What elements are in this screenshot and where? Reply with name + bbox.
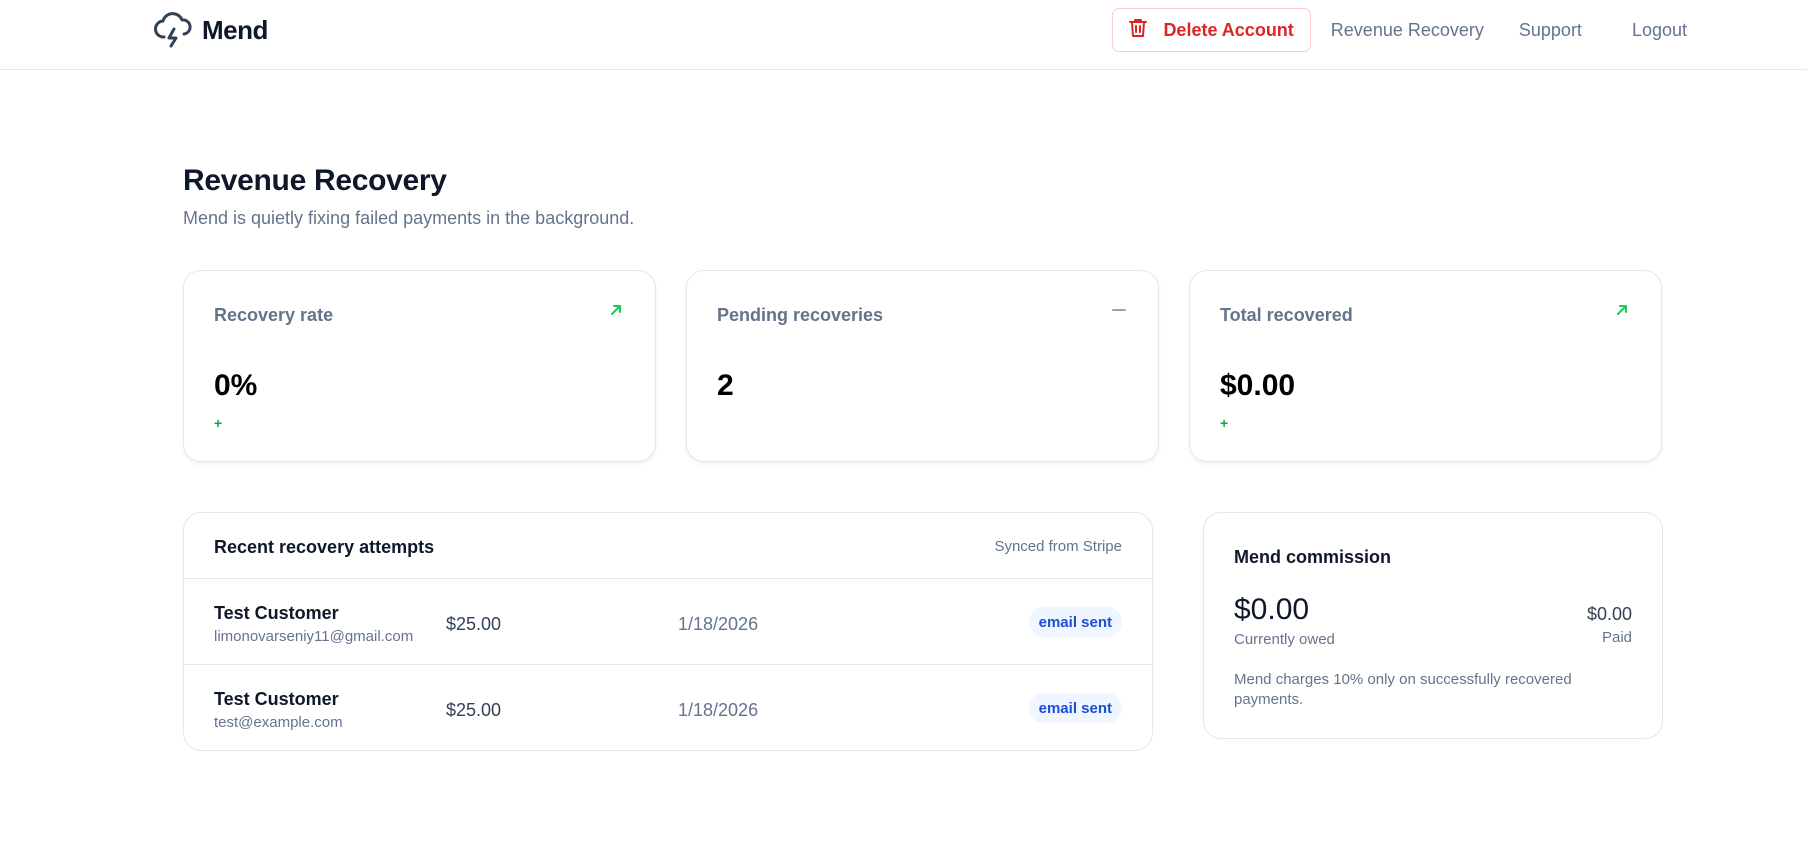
attempt-date: 1/18/2026 [678,614,759,634]
customer-name: Test Customer [214,689,339,709]
commission-owed-label: Currently owed [1234,631,1335,648]
stat-label: Recovery rate [214,305,334,325]
commission-title: Mend commission [1234,547,1392,567]
trend-flat-icon [1110,301,1128,319]
attempt-row[interactable]: Test Customer limonovarseniy11@gmail.com… [184,579,1152,665]
top-navbar: Mend Delete Account Revenue Recovery Sup… [0,0,1807,70]
stat-card-pending-recoveries: Pending recoveries 2 [686,270,1159,462]
nav-link-support[interactable]: Support [1519,20,1582,41]
stat-value: 2 [717,369,734,402]
stat-card-recovery-rate: Recovery rate 0% + [183,270,656,462]
stat-value: 0% [214,369,258,402]
stat-card-total-recovered: Total recovered $0.00 + [1189,270,1662,462]
commission-card: Mend commission $0.00 Currently owed $0.… [1203,512,1663,739]
stat-label: Pending recoveries [717,305,884,325]
attempt-row[interactable]: Test Customer test@example.com $25.00 1/… [184,665,1152,750]
nav-link-revenue-recovery[interactable]: Revenue Recovery [1331,20,1484,41]
brand[interactable]: Mend [154,12,268,48]
customer-email: test@example.com [214,714,343,731]
commission-note: Mend charges 10% only on successfully re… [1234,671,1572,708]
trend-up-icon [607,301,625,319]
page-subtitle: Mend is quietly fixing failed payments i… [183,208,635,228]
attempts-header: Recent recovery attempts Synced from Str… [184,513,1152,579]
stat-delta: + [1220,415,1229,431]
commission-paid-value: $0.00 [1586,604,1632,624]
sync-source-label: Synced from Stripe [994,538,1122,555]
commission-paid-label: Paid [1601,629,1632,646]
trend-up-icon [1613,301,1631,319]
nav-link-logout[interactable]: Logout [1632,20,1687,41]
stat-label: Total recovered [1220,305,1353,325]
delete-account-button[interactable]: Delete Account [1112,8,1311,52]
customer-name: Test Customer [214,603,339,623]
commission-owed-value: $0.00 [1234,593,1310,626]
status-badge: email sent [1028,693,1122,723]
recent-attempts-panel: Recent recovery attempts Synced from Str… [183,512,1153,751]
customer-email: limonovarseniy11@gmail.com [214,628,414,645]
top-nav: Delete Account Revenue Recovery Support … [1112,8,1687,52]
trash-icon [1129,18,1148,43]
cloud-lightning-logo-icon [154,11,192,49]
attempt-date: 1/18/2026 [678,700,759,720]
stat-value: $0.00 [1220,369,1296,402]
attempt-amount: $25.00 [446,614,502,634]
stat-delta: + [214,415,223,431]
attempts-title: Recent recovery attempts [214,537,435,557]
status-badge: email sent [1028,607,1122,637]
page-title: Revenue Recovery [183,164,447,197]
attempt-amount: $25.00 [446,700,502,720]
delete-account-label: Delete Account [1163,19,1294,40]
brand-name: Mend [202,14,268,45]
